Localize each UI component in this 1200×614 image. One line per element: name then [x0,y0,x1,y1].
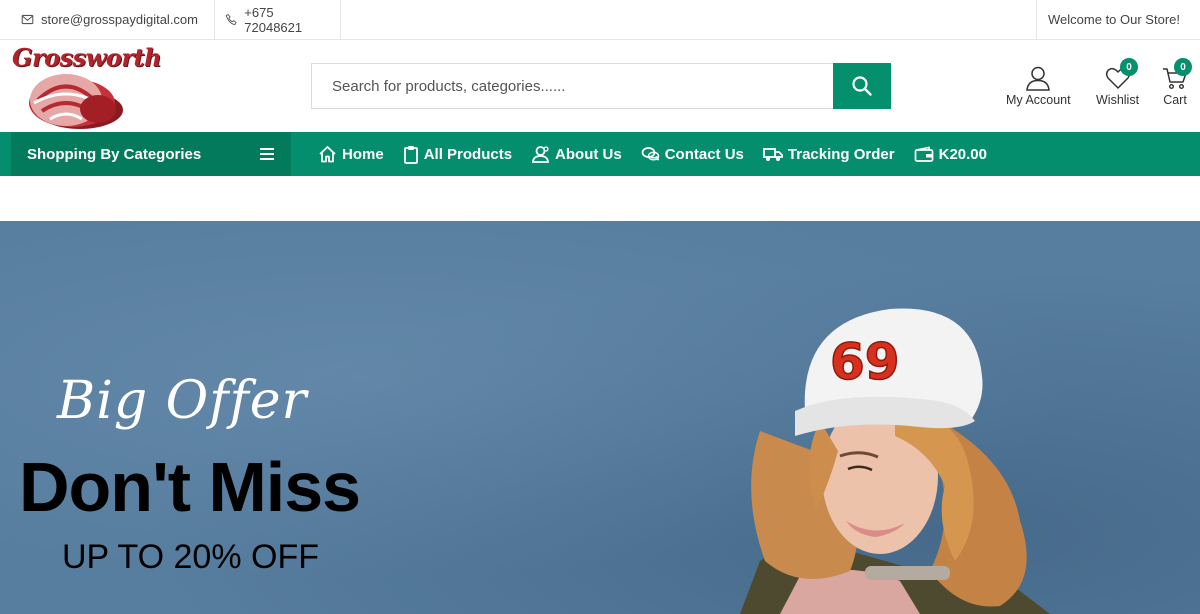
nav-wallet-label: K20.00 [938,145,987,163]
search-button[interactable] [833,63,891,109]
my-account-link[interactable]: My Account [1006,65,1071,107]
users-icon [532,146,550,163]
nav-all-products-label: All Products [423,145,513,163]
nav-contact-us-label: Contact Us [664,145,744,163]
top-phone[interactable]: +675 72048621 [215,0,341,40]
wishlist-count-badge: 0 [1120,58,1138,76]
categories-label: Shopping By Categories [27,145,202,163]
nav-about-us[interactable]: About Us [531,145,622,163]
nav-home[interactable]: Home [318,145,384,163]
nav-tracking-order-label: Tracking Order [787,145,895,163]
wishlist-label: Wishlist [1096,93,1140,107]
chat-icon [641,146,659,161]
banner-model-image: 69 [740,308,1050,614]
categories-toggle[interactable]: Shopping By Categories [11,132,291,176]
main-nav: Shopping By Categories Home All Products… [0,132,1200,176]
wallet-icon [914,146,933,162]
nav-tracking-order[interactable]: Tracking Order [763,146,895,163]
search-input[interactable] [311,63,833,109]
cart-count-badge: 0 [1174,58,1192,76]
mail-icon [21,14,34,25]
search-bar [311,63,891,109]
nav-contact-us[interactable]: Contact Us [641,146,744,163]
top-phone-text: +675 72048621 [244,4,303,35]
home-icon [319,146,336,163]
my-account-label: My Account [1006,93,1071,107]
logo-text: Grossworth [12,43,162,72]
user-icon [1026,66,1051,91]
banner-subline: UP TO 20% OFF [62,538,319,576]
banner-script-text: Big Offer [57,371,308,431]
hero-banner[interactable]: Big Offer Don't Miss UP TO 20% OFF 69 [0,221,1200,614]
banner-headline: Don't Miss [19,448,361,526]
clipboard-icon [403,145,418,164]
welcome-text: Welcome to Our Store! [1048,12,1180,27]
nav-all-products[interactable]: All Products [403,145,512,164]
nav-wallet-balance[interactable]: K20.00 [914,146,987,163]
cart-label: Cart [1163,93,1187,107]
phone-icon [225,14,237,25]
welcome-message: Welcome to Our Store! [1036,0,1200,40]
hamburger-icon [260,148,274,160]
top-email-text: store@grosspaydigital.com [41,12,198,27]
cart-link[interactable]: Cart 0 [1162,58,1192,107]
site-header: Grossworth My Account Wishlist 0 Cart 0 [0,40,1200,132]
wishlist-link[interactable]: Wishlist 0 [1096,58,1140,107]
site-logo[interactable]: Grossworth [10,43,162,131]
top-email[interactable]: store@grosspaydigital.com [0,0,215,40]
nav-about-us-label: About Us [555,145,622,163]
cap-text: 69 [830,333,900,391]
truck-icon [763,148,783,161]
nav-menu: Home All Products About Us Contact Us Tr… [318,132,987,176]
search-icon [852,76,872,96]
nav-home-label: Home [342,145,384,163]
top-bar: store@grosspaydigital.com +675 72048621 … [0,0,1200,40]
